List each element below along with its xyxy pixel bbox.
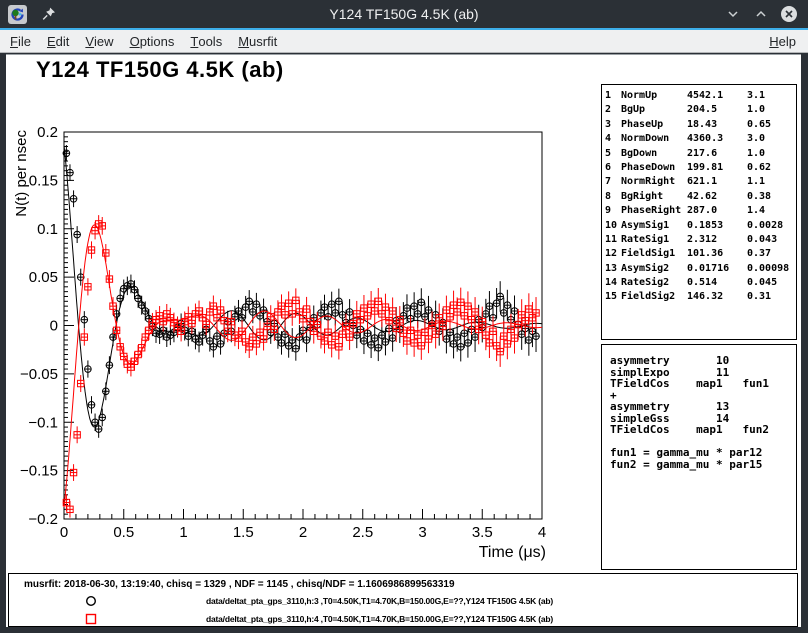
svg-text:−0.1: −0.1	[28, 414, 58, 431]
menu-file[interactable]: File	[2, 30, 39, 52]
param-row: 8BgRight42.620.38	[605, 190, 796, 204]
svg-text:0.5: 0.5	[113, 524, 134, 541]
svg-text:2: 2	[299, 524, 307, 541]
svg-text:0.2: 0.2	[37, 124, 58, 141]
maximize-button[interactable]	[752, 5, 770, 23]
menubar: FileEditViewOptionsToolsMusrfit Help	[0, 30, 808, 53]
legend-label: data/deltat_pta_gps_3110,h:4 ,T0=4.50K,T…	[206, 614, 553, 624]
param-row: 15FieldSig2146.320.31	[605, 290, 796, 304]
menu-musrfit[interactable]: Musrfit	[230, 30, 285, 52]
svg-text:−0.05: −0.05	[20, 366, 58, 383]
param-row: 6PhaseDown199.810.62	[605, 161, 796, 175]
window-title: Y124 TF150G 4.5K (ab)	[0, 6, 808, 22]
param-row: 1NormUp4542.13.1	[605, 89, 796, 103]
x-axis: 0 0.5 1 1.5 2 2.5 3 3.5 4 Time (μs)	[60, 509, 546, 561]
menu-view[interactable]: View	[77, 30, 121, 52]
plot-area[interactable]: 0 0.5 1 1.5 2 2.5 3 3.5 4 Time (μs) 0.2 0.15 0.1 0.05…	[6, 55, 600, 572]
param-row: 10AsymSig10.18530.0028	[605, 219, 796, 233]
param-row: 3PhaseUp18.430.65	[605, 118, 796, 132]
x-axis-title: Time (μs)	[479, 544, 546, 561]
theory-pad: asymmetry 10 simplExpo 11 TFieldCos map1…	[601, 344, 797, 570]
svg-text:0.05: 0.05	[29, 269, 58, 286]
svg-text:0.1: 0.1	[37, 221, 58, 238]
legend-entry: data/deltat_pta_gps_3110,h:4 ,T0=4.50K,T…	[84, 612, 553, 626]
svg-text:0: 0	[60, 524, 68, 541]
theory-text: asymmetry 10 simplExpo 11 TFieldCos map1…	[610, 355, 796, 470]
fit-curve	[64, 225, 542, 507]
legend-label: data/deltat_pta_gps_3110,h:3 ,T0=4.50K,T…	[206, 596, 553, 606]
series-red-squares	[63, 215, 542, 518]
parameter-pad: 1NormUp4542.13.12BgUp204.51.03PhaseUp18.…	[601, 84, 797, 340]
svg-text:−0.15: −0.15	[20, 463, 58, 480]
param-row: 2BgUp204.51.0	[605, 103, 796, 117]
fit-info-line: musrfit: 2018-06-30, 13:19:40, chisq = 1…	[24, 579, 455, 590]
param-row: 5BgDown217.61.0	[605, 147, 796, 161]
svg-text:4: 4	[538, 524, 546, 541]
legend-square-marker	[84, 612, 98, 626]
close-button[interactable]	[780, 5, 798, 23]
info-legend-pad: musrfit: 2018-06-30, 13:19:40, chisq = 1…	[8, 573, 798, 627]
titlebar[interactable]: Y124 TF150G 4.5K (ab)	[0, 0, 808, 28]
app-window: Y124 TF150G 4.5K (ab) FileEditViewOption…	[0, 0, 808, 633]
legend-circle-marker	[84, 594, 98, 608]
param-row: 11RateSig12.3120.043	[605, 233, 796, 247]
series-black-circles	[63, 145, 542, 438]
param-row: 4NormDown4360.33.0	[605, 132, 796, 146]
svg-text:−0.2: −0.2	[28, 511, 58, 528]
menu-tools[interactable]: Tools	[182, 30, 230, 52]
fit-curve	[64, 145, 542, 427]
root-canvas[interactable]: Y124 TF150G 4.5K (ab) 00.511.522.533.54T…	[6, 54, 801, 627]
legend-entry: data/deltat_pta_gps_3110,h:3 ,T0=4.50K,T…	[84, 594, 553, 608]
menu-options[interactable]: Options	[122, 30, 183, 52]
param-row: 12FieldSig1101.360.37	[605, 247, 796, 261]
svg-text:0: 0	[50, 318, 58, 335]
svg-text:3: 3	[418, 524, 426, 541]
svg-text:0.15: 0.15	[29, 172, 58, 189]
menu-edit[interactable]: Edit	[39, 30, 77, 52]
param-row: 13AsymSig20.017160.00098	[605, 262, 796, 276]
param-row: 7NormRight621.11.1	[605, 175, 796, 189]
y-axis-title: N(t) per nsec	[13, 130, 30, 217]
svg-text:2.5: 2.5	[352, 524, 373, 541]
menu-help[interactable]: Help	[761, 30, 804, 52]
svg-text:1: 1	[179, 524, 187, 541]
param-row: 9PhaseRight287.01.4	[605, 204, 796, 218]
y-axis: 0.2 0.15 0.1 0.05 0 −0.05 −0.1 −0.15 −0.2 N(t) pe…	[13, 124, 74, 528]
param-row: 14RateSig20.5140.045	[605, 276, 796, 290]
minimize-button[interactable]	[724, 5, 742, 23]
svg-text:1.5: 1.5	[233, 524, 254, 541]
svg-text:3.5: 3.5	[472, 524, 493, 541]
